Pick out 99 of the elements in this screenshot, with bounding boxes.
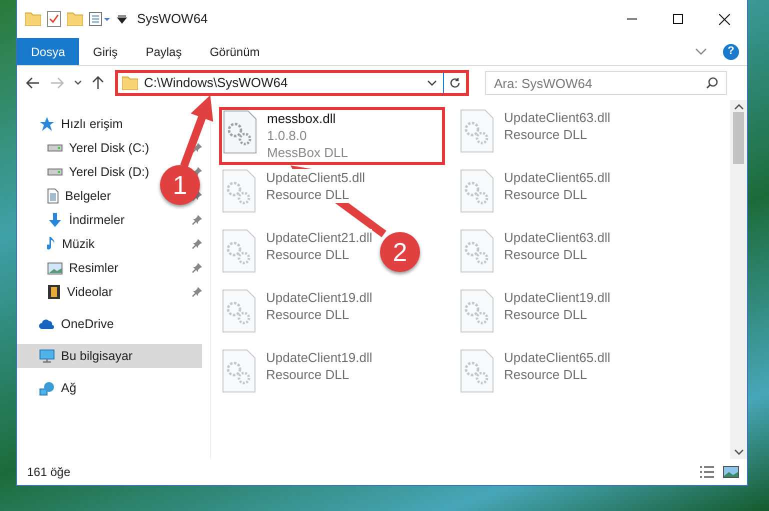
- close-icon: [718, 14, 730, 24]
- file-item[interactable]: UpdateClient5.dll Resource DLL: [219, 167, 368, 225]
- sidebar-item[interactable]: Ağ: [17, 376, 80, 400]
- file-item[interactable]: UpdateClient63.dll Resource DLL: [457, 227, 614, 285]
- properties-icon[interactable]: [89, 12, 111, 26]
- file-detail: Resource DLL: [504, 186, 588, 203]
- gear-file-icon: [460, 109, 494, 153]
- file-item[interactable]: UpdateClient65.dll Resource DLL: [457, 347, 614, 405]
- ribbon-tab[interactable]: Giriş: [79, 38, 132, 65]
- sidebar-item[interactable]: Yerel Disk (D:): [17, 160, 154, 184]
- picture-icon: [47, 262, 63, 274]
- sidebar-item[interactable]: Belgeler: [17, 184, 115, 208]
- file-name: UpdateClient19.dll: [504, 289, 610, 306]
- caret-icon: [74, 80, 82, 86]
- chevron-icon[interactable]: [695, 48, 707, 56]
- film-icon: [47, 284, 61, 300]
- scrollbar-thumb[interactable]: [733, 112, 744, 164]
- ribbon-tab[interactable]: Paylaş: [132, 38, 196, 65]
- file-name: UpdateClient63.dll: [504, 109, 610, 126]
- scroll-down-icon[interactable]: [734, 449, 744, 455]
- drive-icon: [47, 144, 63, 152]
- pin-icon[interactable]: [192, 287, 202, 297]
- gear-file-icon: [460, 169, 494, 213]
- sidebar-item[interactable]: Hızlı erişim: [17, 112, 127, 136]
- ribbon-tab[interactable]: Görünüm: [196, 38, 274, 65]
- help-icon[interactable]: ?: [723, 44, 739, 60]
- details-view-icon[interactable]: [699, 465, 715, 479]
- file-detail: Resource DLL: [504, 306, 588, 323]
- cloud-icon: [39, 318, 55, 330]
- search-icon[interactable]: [706, 77, 718, 89]
- gear-file-icon: [222, 229, 256, 273]
- file-detail: MessBox DLL: [267, 144, 348, 161]
- sidebar-item[interactable]: Resimler: [17, 256, 122, 280]
- file-item[interactable]: messbox.dll 1.0.8.0 MessBox DLL: [219, 107, 445, 165]
- sidebar-item[interactable]: Videolar: [17, 280, 117, 304]
- network-icon: [39, 380, 55, 396]
- file-item[interactable]: UpdateClient19.dll Resource DLL: [219, 287, 376, 345]
- folder-icon: [25, 12, 41, 26]
- pin-icon[interactable]: [192, 239, 202, 249]
- thumbnail-view-icon[interactable]: [723, 465, 739, 479]
- file-item[interactable]: UpdateClient63.dll Resource DLL: [457, 107, 614, 165]
- pin-icon[interactable]: [192, 263, 202, 273]
- up-arrow-icon: [92, 76, 104, 90]
- folder-icon: [122, 76, 138, 90]
- search-field[interactable]: Ara: SysWOW64: [485, 71, 727, 95]
- file-name: UpdateClient65.dll: [504, 349, 610, 366]
- file-detail: 1.0.8.0: [267, 127, 308, 144]
- gear-file-icon: [222, 289, 256, 333]
- file-item[interactable]: UpdateClient19.dll Resource DLL: [457, 287, 614, 345]
- checklist-icon[interactable]: [47, 11, 61, 27]
- minimize-icon: [627, 18, 637, 20]
- file-name: UpdateClient65.dll: [504, 169, 610, 186]
- document-icon: [47, 188, 59, 204]
- file-item[interactable]: UpdateClient19.dll Resource DLL: [219, 347, 376, 405]
- ribbon-tab[interactable]: Dosya: [17, 38, 80, 65]
- gear-file-icon: [222, 349, 256, 393]
- window-title: SysWOW64: [137, 10, 208, 28]
- file-detail: Resource DLL: [266, 186, 350, 203]
- file-detail: Resource DLL: [266, 246, 350, 263]
- drive-icon: [47, 168, 63, 176]
- file-name: UpdateClient19.dll: [266, 289, 372, 306]
- monitor-icon: [39, 348, 55, 364]
- pin-icon[interactable]: [192, 215, 202, 225]
- sidebar-item[interactable]: OneDrive: [17, 312, 118, 336]
- file-detail: Resource DLL: [504, 126, 588, 143]
- sidebar-item[interactable]: İndirmeler: [17, 208, 129, 232]
- file-detail: Resource DLL: [266, 306, 350, 323]
- file-name: messbox.dll: [267, 110, 337, 127]
- file-name: UpdateClient19.dll: [266, 349, 372, 366]
- scrollbar[interactable]: [730, 100, 747, 459]
- back-arrow-icon: [26, 77, 40, 89]
- scroll-up-icon[interactable]: [734, 104, 744, 110]
- down-arrow-icon: [47, 212, 63, 228]
- file-name: UpdateClient63.dll: [504, 229, 610, 246]
- file-detail: Resource DLL: [266, 366, 350, 383]
- file-detail: Resource DLL: [504, 246, 588, 263]
- file-name: UpdateClient21.dll: [266, 229, 372, 246]
- sidebar-item[interactable]: Müzik: [17, 232, 99, 256]
- gear-file-icon: [222, 169, 256, 213]
- caret-icon[interactable]: [427, 80, 437, 86]
- file-item[interactable]: UpdateClient65.dll Resource DLL: [457, 167, 614, 225]
- sidebar-item[interactable]: Yerel Disk (C:): [17, 136, 154, 160]
- gear-file-icon: [460, 289, 494, 333]
- gear-file-icon: [223, 110, 257, 154]
- music-note-icon: [47, 236, 56, 252]
- gear-file-icon: [460, 229, 494, 273]
- file-name: UpdateClient5.dll: [266, 169, 366, 186]
- gear-file-icon: [460, 349, 494, 393]
- file-detail: Resource DLL: [504, 366, 588, 383]
- pin-icon[interactable]: [192, 143, 202, 153]
- item-count: 161 öğe: [27, 464, 70, 481]
- dropdown-icon[interactable]: [117, 14, 127, 24]
- sidebar-item[interactable]: Bu bilgisayar: [17, 344, 202, 368]
- maximize-icon: [673, 14, 683, 24]
- refresh-icon: [449, 77, 461, 89]
- star-icon: [39, 116, 55, 132]
- address-bar[interactable]: C:\Windows\SysWOW64: [115, 70, 469, 96]
- forward-arrow-icon: [50, 77, 64, 89]
- file-item[interactable]: UpdateClient21.dll Resource DLL: [219, 227, 376, 285]
